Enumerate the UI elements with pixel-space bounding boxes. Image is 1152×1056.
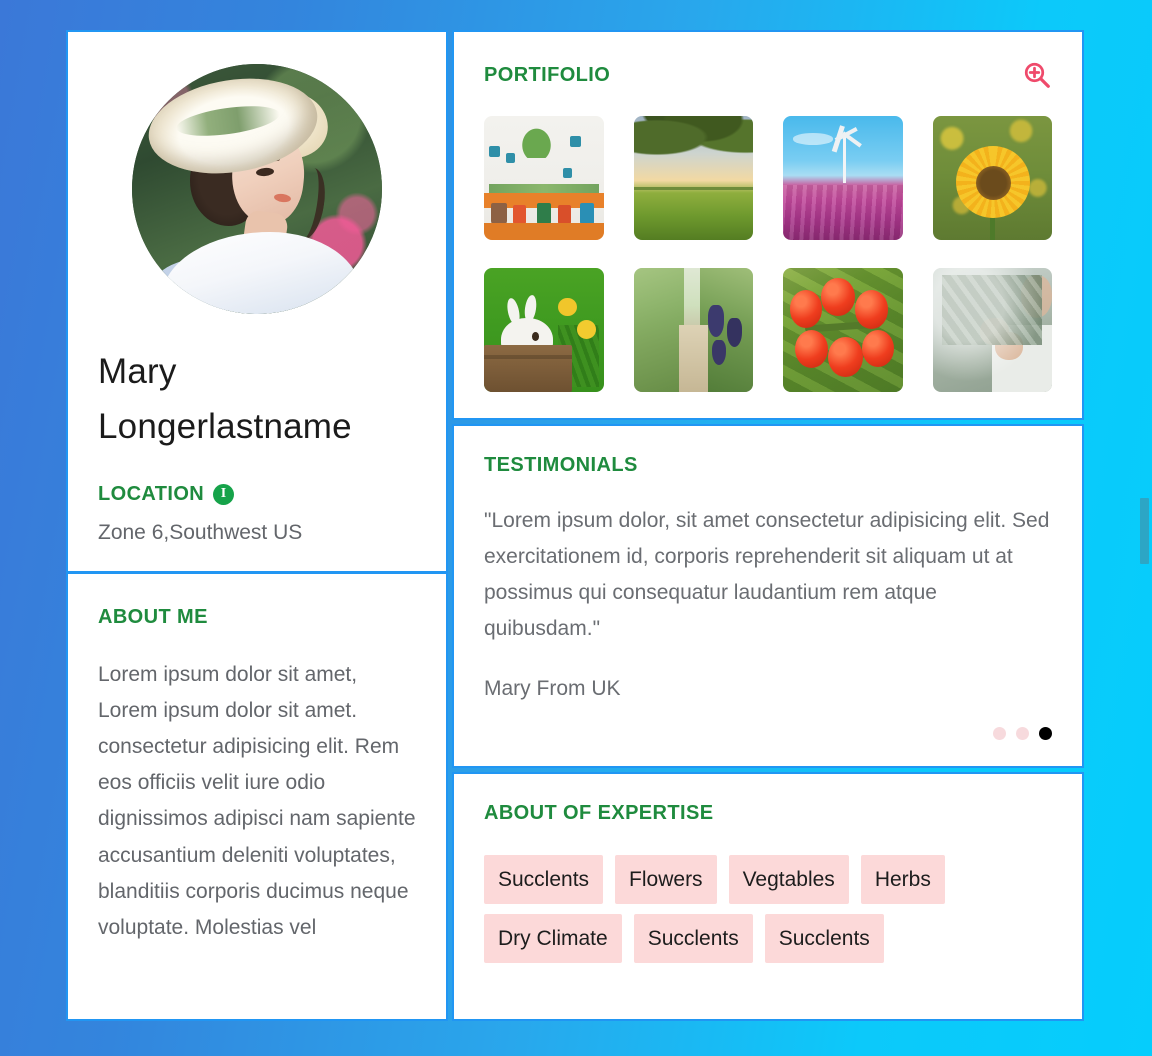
right-column: PORTIFOLIO TESTIMONIALS "Lorem ipsum dol…: [452, 30, 1084, 1021]
expertise-card: ABOUT OF EXPERTISE Succlents Flowers Veg…: [452, 772, 1084, 1021]
expertise-tag[interactable]: Succlents: [484, 855, 604, 904]
page-scrollbar[interactable]: [1136, 0, 1152, 1056]
expertise-heading: ABOUT OF EXPERTISE: [484, 802, 714, 824]
carousel-dot[interactable]: [1016, 727, 1029, 740]
expertise-tag[interactable]: Succlents: [633, 914, 753, 963]
scrollbar-thumb[interactable]: [1140, 498, 1149, 564]
avatar: [132, 64, 382, 314]
portfolio-heading: PORTIFOLIO: [484, 63, 611, 86]
carousel-dot-active[interactable]: [1039, 727, 1052, 740]
info-icon[interactable]: i: [213, 483, 235, 505]
testimonial-author: Mary From UK: [484, 677, 621, 701]
portfolio-thumb[interactable]: [484, 268, 604, 392]
magnifier-plus-icon[interactable]: [1022, 60, 1052, 90]
portfolio-thumb[interactable]: [932, 116, 1052, 240]
portfolio-grid: [484, 116, 1052, 392]
profile-page: Mary Longerlastname LOCATION i Zone 6,So…: [66, 30, 1084, 1021]
about-card: ABOUT ME Lorem ipsum dolor sit amet, Lor…: [66, 574, 448, 1021]
expertise-tag[interactable]: Flowers: [615, 855, 717, 904]
portfolio-thumb[interactable]: [932, 268, 1052, 392]
about-body: Lorem ipsum dolor sit amet, Lorem ipsum …: [98, 663, 416, 939]
avatar-photo: [132, 64, 382, 314]
portfolio-thumb[interactable]: [633, 116, 753, 240]
location-label: LOCATION: [98, 482, 205, 505]
expertise-tag[interactable]: Dry Climate: [484, 914, 622, 963]
testimonials-card: TESTIMONIALS "Lorem ipsum dolor, sit ame…: [452, 424, 1084, 768]
expertise-tag[interactable]: Succlents: [764, 914, 884, 963]
expertise-tag[interactable]: Vegtables: [728, 855, 849, 904]
carousel-dots: [484, 727, 1052, 744]
expertise-tag-list: Succlents Flowers Vegtables Herbs Dry Cl…: [484, 855, 1044, 963]
page-title: Mary Longerlastname: [98, 352, 352, 447]
carousel-dot[interactable]: [993, 727, 1006, 740]
testimonials-heading: TESTIMONIALS: [484, 454, 638, 476]
portfolio-thumb[interactable]: [484, 116, 604, 240]
portfolio-thumb[interactable]: [783, 268, 903, 392]
profile-card: Mary Longerlastname LOCATION i Zone 6,So…: [66, 30, 448, 574]
location-value: Zone 6,Southwest US: [98, 520, 303, 544]
expertise-tag[interactable]: Herbs: [860, 855, 945, 904]
left-column: Mary Longerlastname LOCATION i Zone 6,So…: [66, 30, 448, 1021]
portfolio-header: PORTIFOLIO: [484, 60, 1052, 90]
testimonial-quote: "Lorem ipsum dolor, sit amet consectetur…: [484, 509, 1050, 641]
location-heading: LOCATION i: [98, 483, 416, 506]
portfolio-thumb[interactable]: [783, 116, 903, 240]
portfolio-card: PORTIFOLIO: [452, 30, 1084, 420]
about-heading: ABOUT ME: [98, 606, 208, 628]
portfolio-thumb[interactable]: [633, 268, 753, 392]
